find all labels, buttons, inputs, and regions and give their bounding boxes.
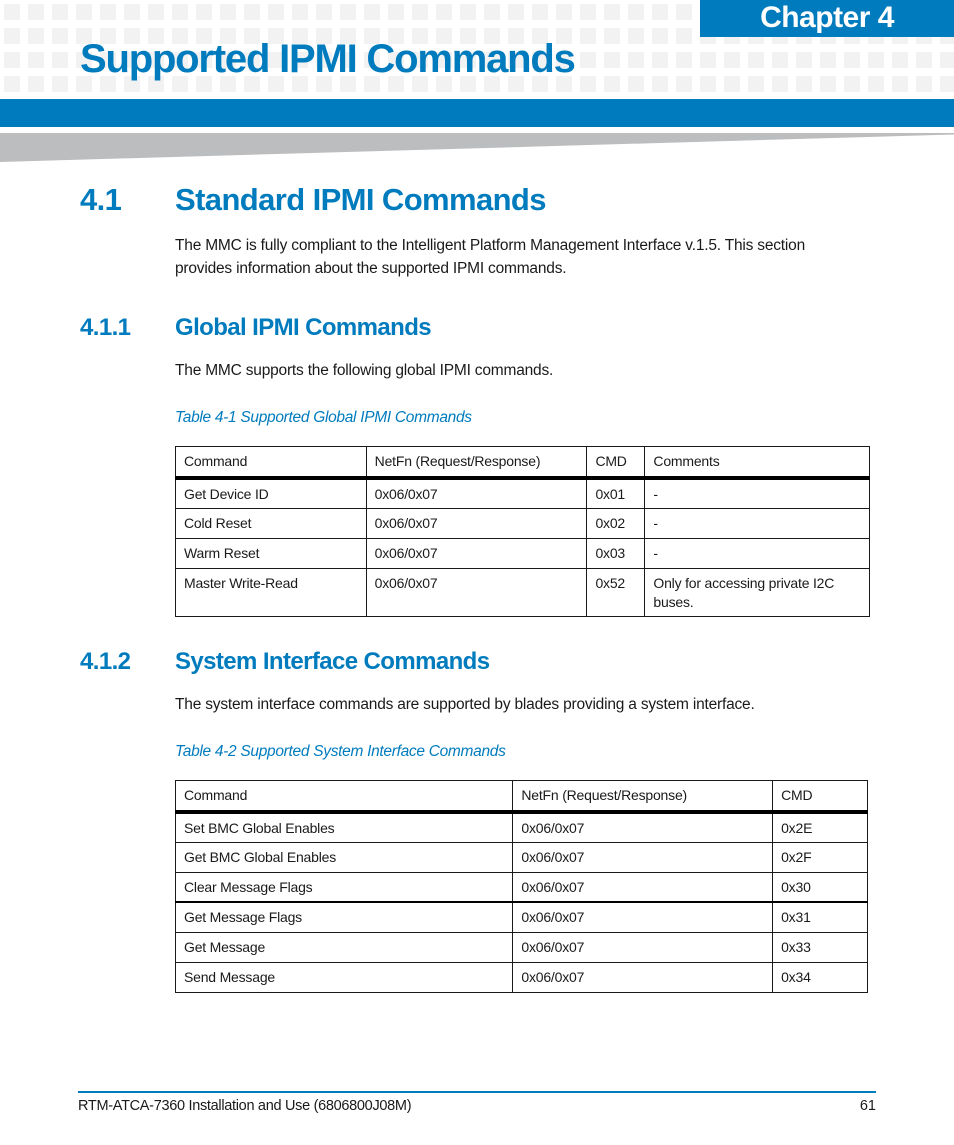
cell-netfn: 0x06/0x07 — [512, 931, 774, 963]
section-4-1-1-body: The MMC supports the following global IP… — [175, 362, 554, 379]
cell-command: Send Message — [174, 961, 514, 993]
cell-command: Set BMC Global Enables — [174, 811, 514, 843]
cell-command: Clear Message Flags — [174, 871, 514, 903]
footer-page-number: 61 — [859, 1098, 876, 1114]
cell-command: Warm Reset — [175, 537, 367, 569]
table-row: Get Device ID 0x06/0x07 0x01 - — [175, 477, 870, 509]
cell-command: Get Message Flags — [174, 901, 514, 933]
cell-command: Get BMC Global Enables — [174, 841, 514, 873]
cell-comments: - — [644, 477, 870, 509]
cell-command: Cold Reset — [175, 507, 367, 539]
cell-cmd: 0x33 — [772, 931, 868, 963]
cell-cmd: 0x2F — [772, 841, 868, 873]
cell-netfn: 0x06/0x07 — [365, 477, 588, 509]
column-header: Comments — [644, 446, 870, 480]
footer-document-title: RTM-ATCA-7360 Installation and Use (6806… — [78, 1098, 412, 1114]
column-header: CMD — [586, 446, 646, 480]
chapter-title: Supported IPMI Commands — [80, 37, 576, 81]
cell-comments: Only for accessing private I2C buses. — [644, 567, 870, 617]
table-row: Get BMC Global Enables 0x06/0x07 0x2F — [174, 841, 868, 873]
cell-command: Get Device ID — [175, 477, 367, 509]
chapter-label: Chapter 4 — [700, 0, 954, 37]
cell-netfn: 0x06/0x07 — [512, 871, 774, 903]
section-title: System Interface Commands — [175, 648, 490, 675]
cell-cmd: 0x03 — [586, 537, 646, 569]
section-4-1-2-body: The system interface commands are suppor… — [175, 696, 755, 713]
table-row: Get Message 0x06/0x07 0x33 — [174, 931, 868, 963]
section-number: 4.1.1 — [80, 314, 131, 341]
cell-cmd: 0x34 — [772, 961, 868, 993]
cell-comments: - — [644, 537, 870, 569]
section-title: Standard IPMI Commands — [175, 182, 547, 217]
section-number: 4.1.2 — [80, 648, 131, 675]
column-header: NetFn (Request/Response) — [365, 446, 588, 480]
table-row: Cold Reset 0x06/0x07 0x02 - — [175, 507, 870, 539]
cell-command: Get Message — [174, 931, 514, 963]
cell-cmd: 0x52 — [586, 567, 646, 617]
footer-divider — [78, 1091, 876, 1093]
table-row: Send Message 0x06/0x07 0x34 — [174, 961, 868, 993]
column-header: Command — [175, 446, 367, 480]
cell-cmd: 0x2E — [772, 811, 868, 843]
table-row: Master Write-Read 0x06/0x07 0x52 Only fo… — [175, 567, 870, 617]
header-blue-bar — [0, 99, 954, 127]
section-4-1-body: The MMC is fully compliant to the Intell… — [175, 237, 805, 277]
cell-netfn: 0x06/0x07 — [512, 961, 774, 993]
cell-cmd: 0x02 — [586, 507, 646, 539]
table-header-row: Command NetFn (Request/Response) CMD — [174, 780, 868, 814]
cell-cmd: 0x31 — [772, 901, 868, 933]
section-number: 4.1 — [80, 182, 122, 217]
table-row: Get Message Flags 0x06/0x07 0x31 — [174, 901, 868, 933]
column-header: CMD — [772, 780, 868, 814]
table-row: Warm Reset 0x06/0x07 0x03 - — [175, 537, 870, 569]
table-row: Set BMC Global Enables 0x06/0x07 0x2E — [174, 811, 868, 843]
column-header: Command — [174, 780, 514, 814]
table-system-interface-commands: Command NetFn (Request/Response) CMD Set… — [174, 780, 868, 993]
cell-cmd: 0x30 — [772, 871, 868, 903]
table-global-ipmi-commands: Command NetFn (Request/Response) CMD Com… — [175, 446, 870, 617]
cell-netfn: 0x06/0x07 — [365, 567, 588, 617]
cell-netfn: 0x06/0x07 — [512, 811, 774, 843]
cell-netfn: 0x06/0x07 — [512, 901, 774, 933]
cell-netfn: 0x06/0x07 — [512, 841, 774, 873]
header-gray-wedge — [0, 133, 954, 162]
cell-netfn: 0x06/0x07 — [365, 537, 588, 569]
table-4-2-caption: Table 4-2 Supported System Interface Com… — [175, 743, 506, 760]
section-title: Global IPMI Commands — [175, 314, 432, 341]
cell-netfn: 0x06/0x07 — [365, 507, 588, 539]
column-header: NetFn (Request/Response) — [512, 780, 774, 814]
cell-cmd: 0x01 — [586, 477, 646, 509]
cell-comments: - — [644, 507, 870, 539]
table-row: Clear Message Flags 0x06/0x07 0x30 — [174, 871, 868, 903]
table-4-1-caption: Table 4-1 Supported Global IPMI Commands — [175, 409, 472, 426]
table-header-row: Command NetFn (Request/Response) CMD Com… — [175, 446, 870, 480]
cell-command: Master Write-Read — [175, 567, 367, 617]
